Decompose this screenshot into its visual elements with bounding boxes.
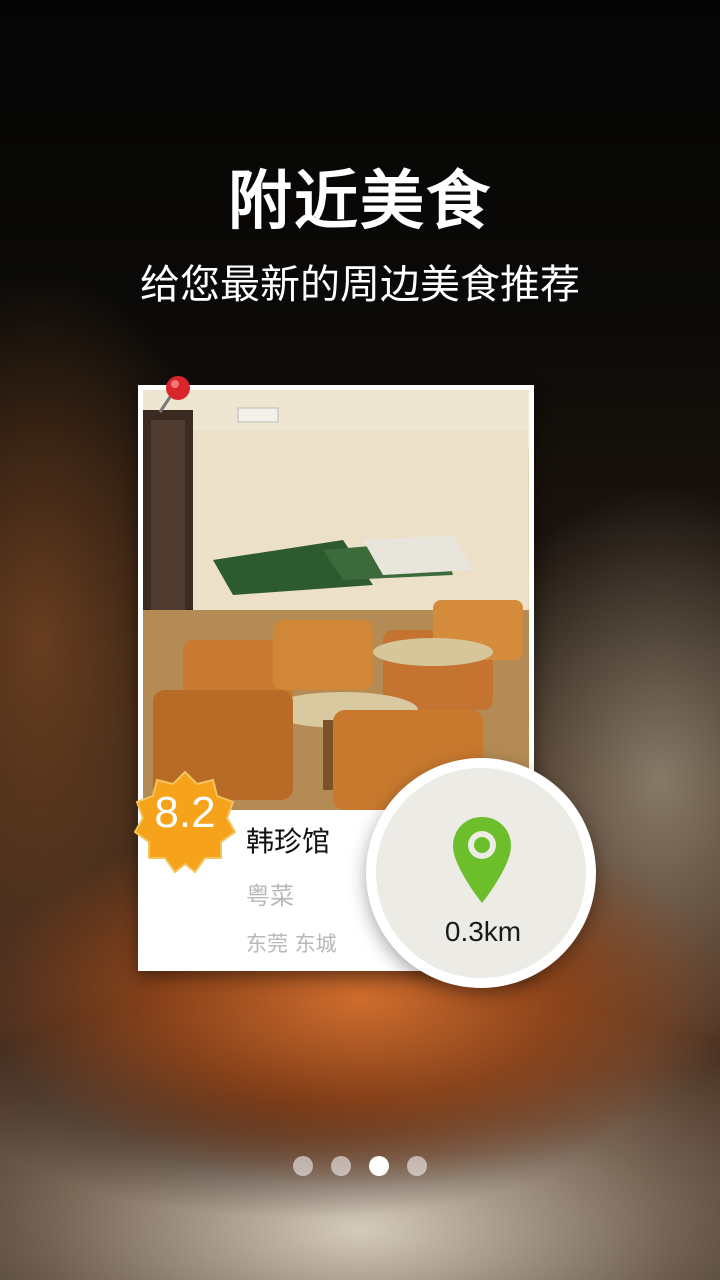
page-subtitle: 给您最新的周边美食推荐 [140, 262, 580, 308]
distance-value: 0.3km [444, 916, 522, 947]
page-dot-3-active[interactable] [369, 1156, 389, 1176]
page-title: 附近美食 [228, 165, 492, 239]
page-dot-2[interactable] [331, 1156, 351, 1176]
page-indicator [0, 1156, 720, 1176]
rating-value: 8.2 [154, 788, 216, 837]
guide-screen: 附近美食 给您最新的周边美食推荐 8.2 韩珍馆 粤菜 东莞 东城 0.3km [0, 0, 720, 1280]
location-marker-icon [453, 817, 511, 903]
page-dot-4[interactable] [407, 1156, 427, 1176]
restaurant-name: 韩珍馆 [246, 825, 331, 858]
restaurant-photo [143, 390, 529, 810]
restaurant-cuisine: 粤菜 [246, 882, 294, 910]
page-dot-1[interactable] [293, 1156, 313, 1176]
restaurant-area: 东莞 东城 [246, 932, 337, 956]
pushpin-icon [158, 376, 190, 413]
